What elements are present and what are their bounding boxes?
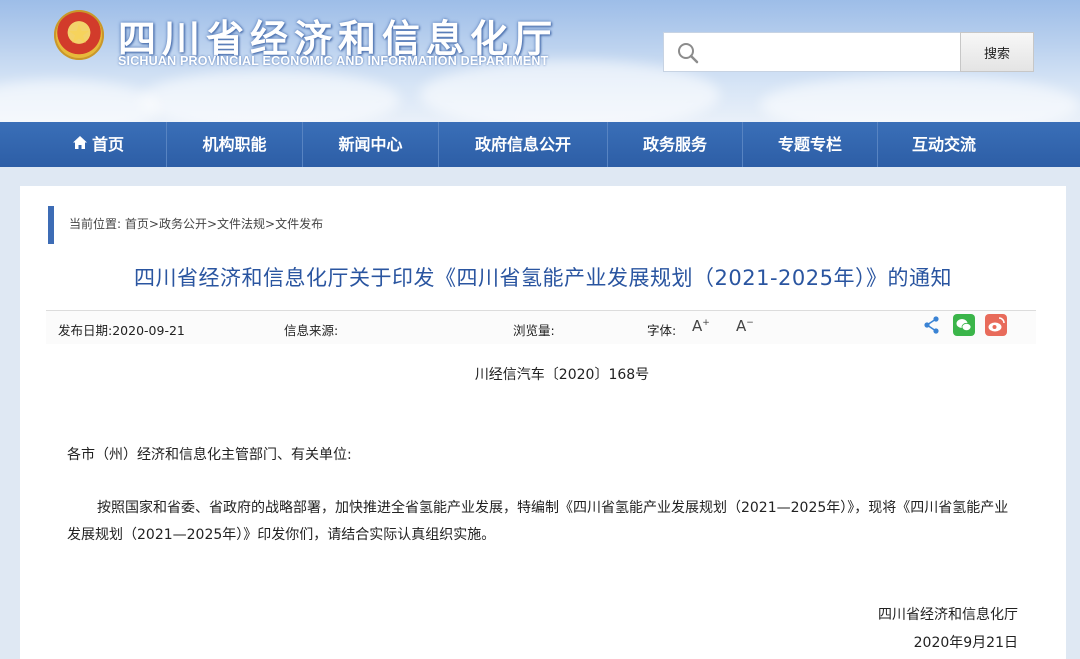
- cloud-decoration: [140, 70, 400, 122]
- document-number: 川经信汽车〔2020〕168号: [474, 367, 650, 383]
- breadcrumb-separator: >: [265, 217, 276, 231]
- site-header: 四川省经济和信息化厅 SICHUAN PROVINCIAL ECONOMIC A…: [0, 0, 1080, 122]
- breadcrumb-separator: >: [148, 217, 159, 231]
- breadcrumb-item-gov-affairs[interactable]: 政务公开: [159, 217, 207, 231]
- font-size-label: 字体:: [647, 323, 677, 338]
- wechat-icon[interactable]: [953, 314, 975, 336]
- article-container: 当前位置: 首页>政务公开>文件法规>文件发布 四川省经济和信息化厅关于印发《四…: [20, 186, 1066, 659]
- search-icon: [676, 41, 700, 69]
- nav-item-topics[interactable]: 专题专栏: [743, 122, 877, 167]
- nav-item-home[interactable]: 首页: [30, 122, 166, 167]
- font-decrease-glyph: A: [736, 317, 747, 335]
- search-input[interactable]: [708, 39, 948, 65]
- breadcrumb-prefix: 当前位置:: [69, 217, 122, 231]
- cloud-decoration: [0, 80, 160, 122]
- nav-item-services[interactable]: 政务服务: [608, 122, 742, 167]
- site-subtitle: SICHUAN PROVINCIAL ECONOMIC AND INFORMAT…: [118, 54, 549, 68]
- search-box: [663, 32, 960, 72]
- breadcrumb-accent-bar: [48, 206, 54, 244]
- cloud-decoration: [760, 75, 1080, 122]
- nav-item-news[interactable]: 新闻中心: [303, 122, 438, 167]
- breadcrumb-item-regulations[interactable]: 文件法规: [217, 217, 265, 231]
- info-source: 信息来源:: [284, 323, 339, 338]
- article-date: 2020年9月21日: [913, 635, 1018, 651]
- breadcrumb-item-publications[interactable]: 文件发布: [275, 217, 323, 231]
- share-icon[interactable]: [921, 314, 943, 336]
- national-emblem-logo[interactable]: [54, 10, 104, 60]
- breadcrumb-separator: >: [206, 217, 218, 231]
- publish-date: 发布日期:2020-09-21: [58, 323, 185, 338]
- article-title: 四川省经济和信息化厅关于印发《四川省氢能产业发展规划（2021-2025年）》的…: [134, 266, 952, 290]
- breadcrumb: 当前位置: 首页>政务公开>文件法规>文件发布: [69, 215, 323, 232]
- article-body: 按照国家和省委、省政府的战略部署，加快推进全省氢能产业发展，特编制《四川省氢能产…: [67, 500, 1009, 543]
- font-increase-glyph: A: [692, 317, 703, 335]
- font-decrease-button[interactable]: A−: [736, 317, 754, 335]
- search-button[interactable]: 搜索: [960, 32, 1034, 72]
- home-icon: [72, 122, 88, 167]
- breadcrumb-item-home[interactable]: 首页: [125, 217, 149, 231]
- nav-label: 首页: [91, 135, 124, 154]
- article-salutation: 各市（州）经济和信息化主管部门、有关单位:: [67, 447, 352, 463]
- nav-item-interaction[interactable]: 互动交流: [878, 122, 1010, 167]
- article-meta-bar: 发布日期:2020-09-21 信息来源: 浏览量: 字体: A+ A−: [46, 310, 1036, 344]
- font-increase-button[interactable]: A+: [692, 317, 710, 335]
- nav-item-functions[interactable]: 机构职能: [167, 122, 302, 167]
- weibo-icon[interactable]: [985, 314, 1007, 336]
- main-nav: 首页 机构职能 新闻中心 政府信息公开 政务服务 专题专栏 互动交流: [0, 122, 1080, 167]
- article-signature: 四川省经济和信息化厅: [878, 607, 1018, 623]
- view-count: 浏览量:: [513, 323, 555, 338]
- nav-item-gov-info[interactable]: 政府信息公开: [439, 122, 607, 167]
